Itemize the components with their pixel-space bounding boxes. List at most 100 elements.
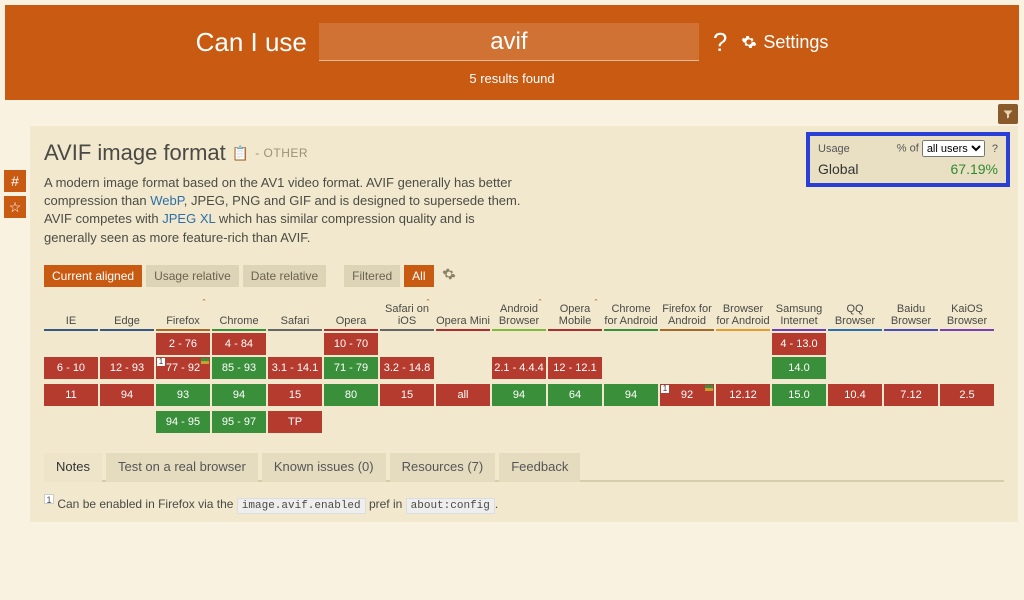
support-cell[interactable]: 77 - 921: [156, 357, 210, 379]
support-cell[interactable]: 85 - 93: [212, 357, 266, 379]
search-input[interactable]: [319, 23, 699, 61]
browser-name: Baidu Browser: [884, 299, 938, 331]
support-cell: [380, 411, 434, 433]
browser-col: Chrome for Android: [604, 299, 658, 331]
support-cell[interactable]: 94: [100, 384, 154, 406]
tab-test[interactable]: Test on a real browser: [106, 453, 258, 482]
browser-col: KaiOS Browser: [940, 299, 994, 331]
usage-scope: Global: [818, 161, 858, 177]
support-cell: [884, 357, 938, 379]
support-cell[interactable]: 14.0: [772, 357, 826, 379]
support-cell[interactable]: 94: [212, 384, 266, 406]
support-cell[interactable]: TP: [268, 411, 322, 433]
browser-col: IE: [44, 299, 98, 331]
usage-percent-of: % of: [897, 143, 919, 155]
support-cell[interactable]: 921: [660, 384, 714, 406]
browser-name: Samsung Internet: [772, 299, 826, 331]
feature-description: A modern image format based on the AV1 v…: [44, 174, 524, 247]
browser-star-icon: *: [426, 299, 430, 307]
support-cell[interactable]: 7.12: [884, 384, 938, 406]
ctrl-filtered[interactable]: Filtered: [344, 265, 400, 287]
support-cell[interactable]: 15.0: [772, 384, 826, 406]
support-cell[interactable]: 71 - 79: [324, 357, 378, 379]
search-line: Can I use ? Settings: [35, 23, 989, 61]
support-cell: [772, 411, 826, 433]
support-cell: [716, 411, 770, 433]
note-1-post: .: [495, 497, 498, 511]
support-cell[interactable]: 10.4: [828, 384, 882, 406]
support-cell[interactable]: all: [436, 384, 490, 406]
support-cell[interactable]: 94 - 95: [156, 411, 210, 433]
support-row: 2 - 764 - 84 10 - 70 4 - 13.0: [44, 333, 1004, 355]
support-cell: [44, 333, 98, 355]
support-cell: [884, 333, 938, 355]
browser-col: Opera: [324, 299, 378, 331]
tabs: Notes Test on a real browser Known issue…: [44, 453, 1004, 482]
support-cell[interactable]: 4 - 84: [212, 333, 266, 355]
ctrl-usage-relative[interactable]: Usage relative: [146, 265, 239, 287]
link-webp[interactable]: WebP: [150, 193, 184, 208]
view-settings-icon[interactable]: [442, 267, 456, 284]
browser-col: UC Browser for Android: [716, 299, 770, 331]
support-cell[interactable]: 12 - 93: [100, 357, 154, 379]
support-cell: [884, 411, 938, 433]
support-cell: [604, 411, 658, 433]
note-1-code2: about:config: [406, 498, 495, 514]
support-cell[interactable]: 3.2 - 14.8: [380, 357, 434, 379]
browser-name: Firefox for Android: [660, 299, 714, 331]
support-cell[interactable]: 2.5: [940, 384, 994, 406]
gear-icon: [741, 34, 757, 50]
browser-col: Opera Mini: [436, 299, 490, 331]
star-button[interactable]: ☆: [4, 196, 26, 218]
browser-star-icon: *: [202, 299, 206, 307]
support-cell[interactable]: 2 - 76: [156, 333, 210, 355]
browser-star-icon: *: [594, 299, 598, 307]
filter-bar: [0, 100, 1024, 124]
support-cell[interactable]: 15: [268, 384, 322, 406]
support-cell[interactable]: 93: [156, 384, 210, 406]
support-cell[interactable]: 10 - 70: [324, 333, 378, 355]
support-cell: [660, 333, 714, 355]
browser-col: Edge: [100, 299, 154, 331]
support-grid: IEEdgeFirefox*ChromeSafariOperaSafari on…: [44, 299, 1004, 433]
tab-notes[interactable]: Notes: [44, 453, 102, 482]
support-cell[interactable]: 94: [604, 384, 658, 406]
permalink-button[interactable]: #: [4, 170, 26, 192]
note-flag-icon: 1: [661, 385, 669, 393]
support-cell[interactable]: 95 - 97: [212, 411, 266, 433]
support-cell: [828, 357, 882, 379]
browser-name: KaiOS Browser: [940, 299, 994, 331]
ctrl-date-relative[interactable]: Date relative: [243, 265, 326, 287]
support-cell: [268, 333, 322, 355]
support-cell[interactable]: 11: [44, 384, 98, 406]
usage-percent: 67.19%: [951, 161, 998, 177]
pref-flag-icon: [705, 385, 713, 391]
support-cell: [548, 411, 602, 433]
support-cell[interactable]: 3.1 - 14.1: [268, 357, 322, 379]
support-cell: [660, 357, 714, 379]
usage-help[interactable]: ?: [992, 143, 998, 155]
caniuse-label: Can I use: [196, 27, 307, 58]
support-cell[interactable]: 2.1 - 4.4.4: [492, 357, 546, 379]
support-cell[interactable]: 94: [492, 384, 546, 406]
support-cell[interactable]: 12.12: [716, 384, 770, 406]
settings-link[interactable]: Settings: [741, 32, 828, 53]
support-cell[interactable]: 80: [324, 384, 378, 406]
copy-icon[interactable]: 📋: [232, 145, 249, 162]
tab-resources[interactable]: Resources (7): [390, 453, 496, 482]
support-cell[interactable]: 15: [380, 384, 434, 406]
support-cell[interactable]: 6 - 10: [44, 357, 98, 379]
link-jpegxl[interactable]: JPEG XL: [162, 211, 215, 226]
filter-icon[interactable]: [998, 104, 1018, 124]
support-cell[interactable]: 64: [548, 384, 602, 406]
support-cell[interactable]: 4 - 13.0: [772, 333, 826, 355]
tab-feedback[interactable]: Feedback: [499, 453, 580, 482]
support-cell: [604, 357, 658, 379]
ctrl-all[interactable]: All: [404, 265, 433, 287]
browser-name: Chrome: [212, 299, 266, 331]
tab-known-issues[interactable]: Known issues (0): [262, 453, 386, 482]
browser-col: Safari on iOS*: [380, 299, 434, 331]
support-cell[interactable]: 12 - 12.1: [548, 357, 602, 379]
ctrl-current-aligned[interactable]: Current aligned: [44, 265, 142, 287]
usage-select[interactable]: all users: [922, 140, 985, 157]
